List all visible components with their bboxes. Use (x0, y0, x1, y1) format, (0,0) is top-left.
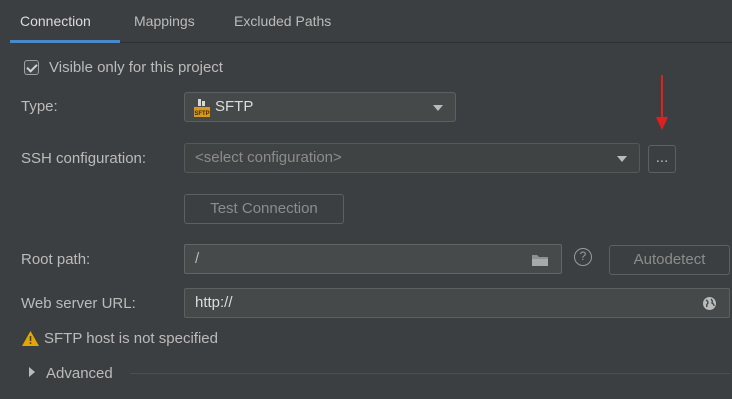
web-server-url-value: http:// (195, 294, 233, 311)
ssh-configuration-combo[interactable]: <select configuration> (184, 143, 640, 173)
tab-connection[interactable]: Connection (20, 0, 91, 42)
type-label: Type: (21, 98, 58, 115)
test-connection-button[interactable]: Test Connection (184, 194, 344, 224)
folder-icon[interactable] (531, 253, 549, 267)
help-icon[interactable]: ? (574, 248, 592, 266)
chevron-down-icon (433, 105, 443, 111)
chevron-right-icon[interactable] (29, 367, 35, 377)
warning-icon (22, 331, 39, 346)
web-server-url-field[interactable]: http:// (184, 288, 730, 318)
warning-message: SFTP host is not specified (44, 330, 218, 347)
web-server-url-label: Web server URL: (21, 295, 136, 312)
root-path-field[interactable]: / (184, 244, 562, 274)
type-combo[interactable]: SFTP SFTP (184, 92, 456, 122)
advanced-divider (130, 373, 730, 374)
chevron-down-icon (617, 156, 627, 162)
root-path-label: Root path: (21, 251, 91, 268)
tab-bar: Connection Mappings Excluded Paths (10, 0, 732, 43)
active-tab-indicator (10, 40, 120, 43)
type-value: SFTP (215, 98, 254, 115)
autodetect-button[interactable]: Autodetect (609, 245, 730, 275)
tab-mappings[interactable]: Mappings (134, 0, 195, 42)
visible-only-label: Visible only for this project (49, 59, 223, 76)
advanced-toggle[interactable]: Advanced (46, 365, 113, 382)
globe-icon[interactable] (702, 296, 717, 311)
ssh-configuration-label: SSH configuration: (21, 150, 147, 167)
ssh-configuration-placeholder: <select configuration> (195, 149, 342, 166)
root-path-value: / (195, 250, 200, 267)
ssh-browse-button[interactable]: ... (648, 145, 676, 173)
visible-only-checkbox[interactable] (24, 60, 39, 75)
annotation-arrow-head (656, 117, 668, 130)
sftp-icon: SFTP (193, 99, 211, 117)
svg-text:SFTP: SFTP (194, 111, 209, 117)
tab-excluded-paths[interactable]: Excluded Paths (234, 0, 331, 42)
annotation-arrow-shaft (661, 75, 663, 119)
